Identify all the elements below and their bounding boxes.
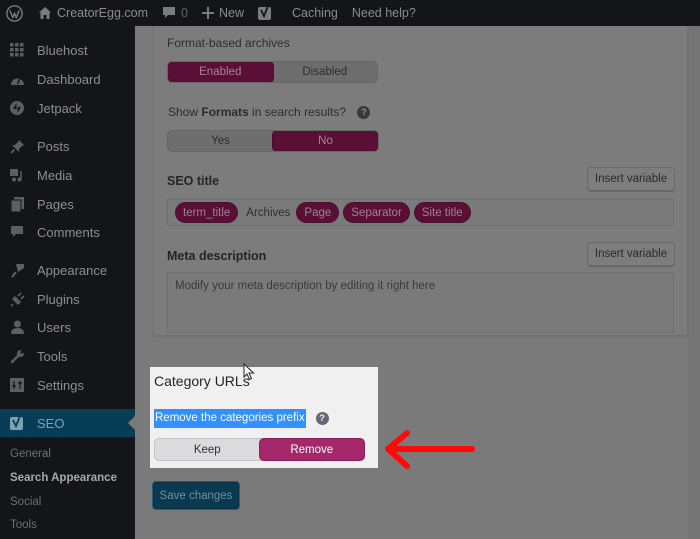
comment-bubble-icon xyxy=(163,7,176,18)
submenu-item-social[interactable]: Social xyxy=(10,496,41,508)
sidebar-item-label: Settings xyxy=(37,377,84,393)
admin-bar: CreatorEgg.com 0 New Caching Need help? xyxy=(0,0,700,26)
admin-sidebar: Bluehost Dashboard Jetpack Posts Media P… xyxy=(0,26,135,539)
remove-prefix-label-row: Remove the categories prefix ? xyxy=(154,408,329,428)
sidebar-item-media[interactable]: Media xyxy=(0,161,135,189)
sidebar-item-label: Comments xyxy=(37,224,100,240)
category-urls-section: Category URLs Remove the categories pref… xyxy=(150,367,378,468)
sidebar-item-comments[interactable]: Comments xyxy=(0,218,135,246)
variable-pill-site-title[interactable]: Site title xyxy=(414,203,470,222)
sidebar-item-label: Users xyxy=(37,319,71,335)
submenu-item-tools[interactable]: Tools xyxy=(10,519,37,531)
seo-title-input[interactable]: term_title Archives Page Separator Site … xyxy=(167,199,674,226)
comments-link[interactable]: 0 xyxy=(155,0,195,26)
sidebar-item-label: Plugins xyxy=(37,291,80,307)
wordpress-logo-button[interactable] xyxy=(0,0,31,26)
sidebar-item-tools[interactable]: Tools xyxy=(0,342,135,370)
title-text-archives: Archives xyxy=(246,206,291,219)
seo-title-label: SEO title xyxy=(167,174,220,188)
show-formats-label: Show Formats in search results? ? xyxy=(168,105,371,120)
plug-icon xyxy=(7,289,27,309)
sidebar-item-appearance[interactable]: Appearance xyxy=(0,256,135,284)
submenu-item-search-appearance[interactable]: Search Appearance xyxy=(10,472,117,484)
variable-pill-separator[interactable]: Separator xyxy=(344,203,409,222)
sidebar-item-label: Jetpack xyxy=(37,100,82,116)
scrollbar-track[interactable] xyxy=(688,26,700,539)
sidebar-item-label: SEO xyxy=(37,415,65,431)
format-archives-label: Format-based archives xyxy=(167,36,290,50)
sidebar-item-label: Pages xyxy=(37,196,74,212)
sidebar-item-label: Bluehost xyxy=(37,42,88,58)
pages-icon xyxy=(7,194,27,214)
meta-description-label: Meta description xyxy=(167,249,267,263)
variable-pill-page[interactable]: Page xyxy=(297,203,339,222)
mouse-cursor-icon xyxy=(243,363,255,381)
caching-label: Caching xyxy=(291,6,338,20)
show-formats-yes-option[interactable]: Yes xyxy=(168,131,273,151)
need-help-link[interactable]: Need help? xyxy=(345,0,423,26)
help-icon[interactable]: ? xyxy=(357,106,371,120)
format-archives-toggle: Enabled Disabled xyxy=(167,61,378,83)
paintbrush-icon xyxy=(7,260,27,280)
grid-icon xyxy=(7,40,27,60)
yoast-icon xyxy=(257,5,271,20)
format-archives-disabled-option[interactable]: Disabled xyxy=(273,62,378,82)
sidebar-item-label: Appearance xyxy=(37,262,108,278)
keep-option[interactable]: Keep xyxy=(155,439,260,460)
comments-count: 0 xyxy=(181,6,188,20)
sidebar-item-posts[interactable]: Posts xyxy=(0,132,135,160)
show-formats-label-prefix: Show xyxy=(168,105,202,119)
show-formats-no-option[interactable]: No xyxy=(273,131,378,151)
sidebar-item-seo[interactable]: SEO xyxy=(0,409,135,437)
sidebar-item-label: Tools xyxy=(37,348,68,364)
submenu-item-general[interactable]: General xyxy=(10,448,51,460)
sidebar-item-label: Dashboard xyxy=(37,71,101,87)
jetpack-icon xyxy=(7,98,27,118)
pushpin-icon xyxy=(7,136,27,156)
sidebar-item-plugins[interactable]: Plugins xyxy=(0,285,135,313)
settings-sliders-icon xyxy=(7,375,27,395)
sidebar-item-dashboard[interactable]: Dashboard xyxy=(0,65,135,93)
need-help-label: Need help? xyxy=(351,6,416,20)
remove-prefix-toggle: Keep Remove xyxy=(154,438,365,461)
show-formats-label-suffix: in search results? xyxy=(248,105,347,119)
new-label: New xyxy=(218,6,244,20)
meta-description-insert-variable-button[interactable]: Insert variable xyxy=(587,242,675,266)
caching-link[interactable]: Caching xyxy=(280,0,345,26)
sidebar-item-settings[interactable]: Settings xyxy=(0,371,135,399)
show-formats-toggle: Yes No xyxy=(167,130,379,152)
site-name: CreatorEgg.com xyxy=(57,6,149,20)
wrench-icon xyxy=(7,346,27,366)
comment-bubble-icon xyxy=(7,222,27,242)
remove-option[interactable]: Remove xyxy=(259,439,364,460)
site-name-link[interactable]: CreatorEgg.com xyxy=(31,0,155,26)
save-changes-button[interactable]: Save changes xyxy=(153,482,239,509)
wordpress-logo-icon xyxy=(6,4,23,22)
dashboard-gauge-icon xyxy=(7,69,27,89)
sidebar-item-label: Posts xyxy=(37,138,70,154)
user-icon xyxy=(7,317,27,337)
seo-title-insert-variable-button[interactable]: Insert variable xyxy=(587,167,675,191)
help-icon[interactable]: ? xyxy=(315,411,329,425)
sidebar-item-label: Media xyxy=(37,167,73,183)
yoast-menu-button[interactable] xyxy=(251,0,280,26)
variable-pill-term-title[interactable]: term_title xyxy=(176,203,238,222)
sidebar-item-jetpack[interactable]: Jetpack xyxy=(0,94,135,122)
sidebar-item-pages[interactable]: Pages xyxy=(0,190,135,218)
sidebar-item-users[interactable]: Users xyxy=(0,313,135,341)
home-icon xyxy=(39,7,51,19)
annotation-arrow-icon xyxy=(385,430,475,469)
meta-description-input[interactable]: Modify your meta description by editing … xyxy=(167,272,674,333)
media-icon xyxy=(7,165,27,185)
sidebar-item-bluehost[interactable]: Bluehost xyxy=(0,36,135,64)
plus-icon xyxy=(201,7,214,19)
format-archives-enabled-option[interactable]: Enabled xyxy=(168,62,273,82)
category-urls-heading: Category URLs xyxy=(154,373,250,389)
new-content-link[interactable]: New xyxy=(195,0,251,26)
yoast-icon xyxy=(7,413,27,433)
remove-prefix-label: Remove the categories prefix xyxy=(154,408,306,428)
show-formats-label-bold: Formats xyxy=(201,105,249,119)
screen: CreatorEgg.com 0 New Caching Need help? … xyxy=(0,0,700,539)
